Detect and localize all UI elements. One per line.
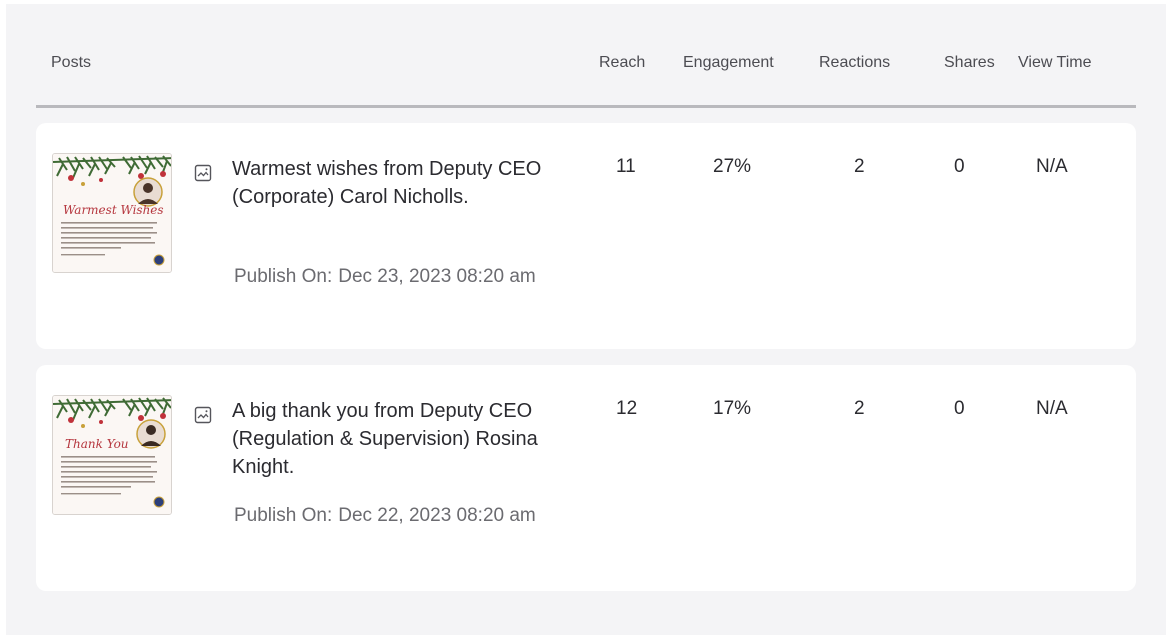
post-thumbnail[interactable]: Thank You xyxy=(52,395,172,515)
table-header: Posts Reach Engagement Reactions Shares … xyxy=(36,44,1136,108)
post-thumbnail[interactable]: Warmest Wishes xyxy=(52,153,172,273)
view-time-value: N/A xyxy=(1036,398,1068,419)
publish-date: Dec 22, 2023 08:20 am xyxy=(338,505,536,526)
reactions-value: 2 xyxy=(854,398,865,419)
shares-value: 0 xyxy=(954,398,965,419)
image-icon xyxy=(194,164,212,182)
shares-value: 0 xyxy=(954,156,965,177)
post-row[interactable]: Thank You A big thank you from Deputy CE… xyxy=(36,365,1136,591)
reach-value: 12 xyxy=(616,398,638,419)
view-time-value: N/A xyxy=(1036,156,1068,177)
engagement-value: 27% xyxy=(713,156,752,177)
column-header-shares[interactable]: Shares xyxy=(944,54,995,72)
column-header-reach[interactable]: Reach xyxy=(599,54,645,72)
post-row[interactable]: Warmest Wishes Warmest wishes from Deput… xyxy=(36,123,1136,349)
publish-info: Publish On: Dec 22, 2023 08:20 am xyxy=(234,502,574,530)
post-title[interactable]: Warmest wishes from Deputy CEO (Corporat… xyxy=(232,155,592,211)
reactions-value: 2 xyxy=(854,156,865,177)
thumbnail-heading: Thank You xyxy=(65,437,129,451)
publish-date: Dec 23, 2023 08:20 am xyxy=(338,266,536,287)
reach-value: 11 xyxy=(616,156,636,177)
post-thumbnail-art: Warmest Wishes xyxy=(53,154,171,272)
column-header-engagement[interactable]: Engagement xyxy=(683,54,774,72)
image-icon xyxy=(194,406,212,424)
column-header-reactions[interactable]: Reactions xyxy=(819,54,890,72)
publish-label: Publish On: xyxy=(234,266,333,287)
publish-label: Publish On: xyxy=(234,505,333,526)
thumbnail-heading: Warmest Wishes xyxy=(63,203,164,217)
engagement-value: 17% xyxy=(713,398,752,419)
post-thumbnail-art: Thank You xyxy=(53,396,171,514)
column-header-posts[interactable]: Posts xyxy=(51,54,91,72)
post-title[interactable]: A big thank you from Deputy CEO (Regulat… xyxy=(232,397,592,481)
posts-panel: Posts Reach Engagement Reactions Shares … xyxy=(6,4,1166,635)
column-header-view-time[interactable]: View Time xyxy=(1018,54,1092,72)
publish-info: Publish On: Dec 23, 2023 08:20 am xyxy=(234,263,574,291)
